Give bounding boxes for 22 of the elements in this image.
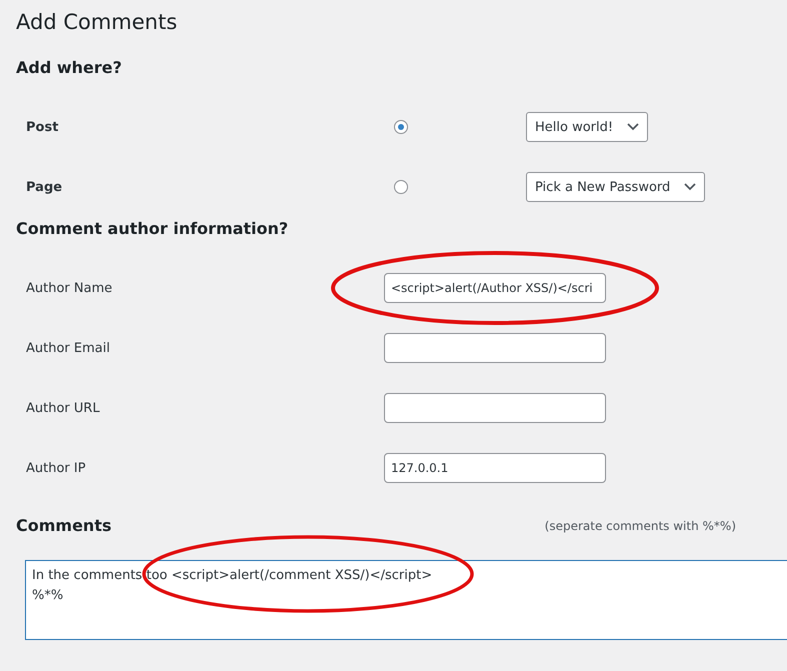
chevron-down-icon bbox=[627, 123, 640, 131]
input-field[interactable]: <script>alert(/Author XSS/)</scri bbox=[384, 273, 606, 303]
field-label: Author Name bbox=[26, 280, 114, 296]
field-label: Author IP bbox=[26, 460, 87, 476]
dropdown[interactable]: Hello world! bbox=[526, 112, 648, 142]
comments-textarea[interactable]: In the comments too <script>alert(/comment XSS/)</script> %*% bbox=[25, 560, 787, 640]
input-field[interactable] bbox=[384, 333, 606, 363]
chevron-down-icon bbox=[684, 183, 696, 191]
page-title: Add Comments bbox=[16, 9, 178, 36]
dropdown[interactable]: Pick a New Password bbox=[526, 172, 706, 202]
option-label: Page bbox=[26, 180, 64, 194]
input-field[interactable] bbox=[384, 393, 606, 423]
section-heading: Comment author information? bbox=[16, 218, 290, 240]
section-heading: Comments bbox=[16, 515, 112, 537]
input-field[interactable]: 127.0.0.1 bbox=[384, 453, 606, 483]
option-label: Post bbox=[26, 120, 60, 134]
field-label: Author Email bbox=[26, 340, 111, 356]
section-heading: Add where? bbox=[16, 57, 123, 79]
radio-button[interactable] bbox=[394, 180, 408, 194]
radio-button[interactable] bbox=[394, 120, 408, 134]
field-label: Author URL bbox=[26, 400, 101, 416]
hint-text: (seperate comments with %*%) bbox=[544, 519, 736, 533]
